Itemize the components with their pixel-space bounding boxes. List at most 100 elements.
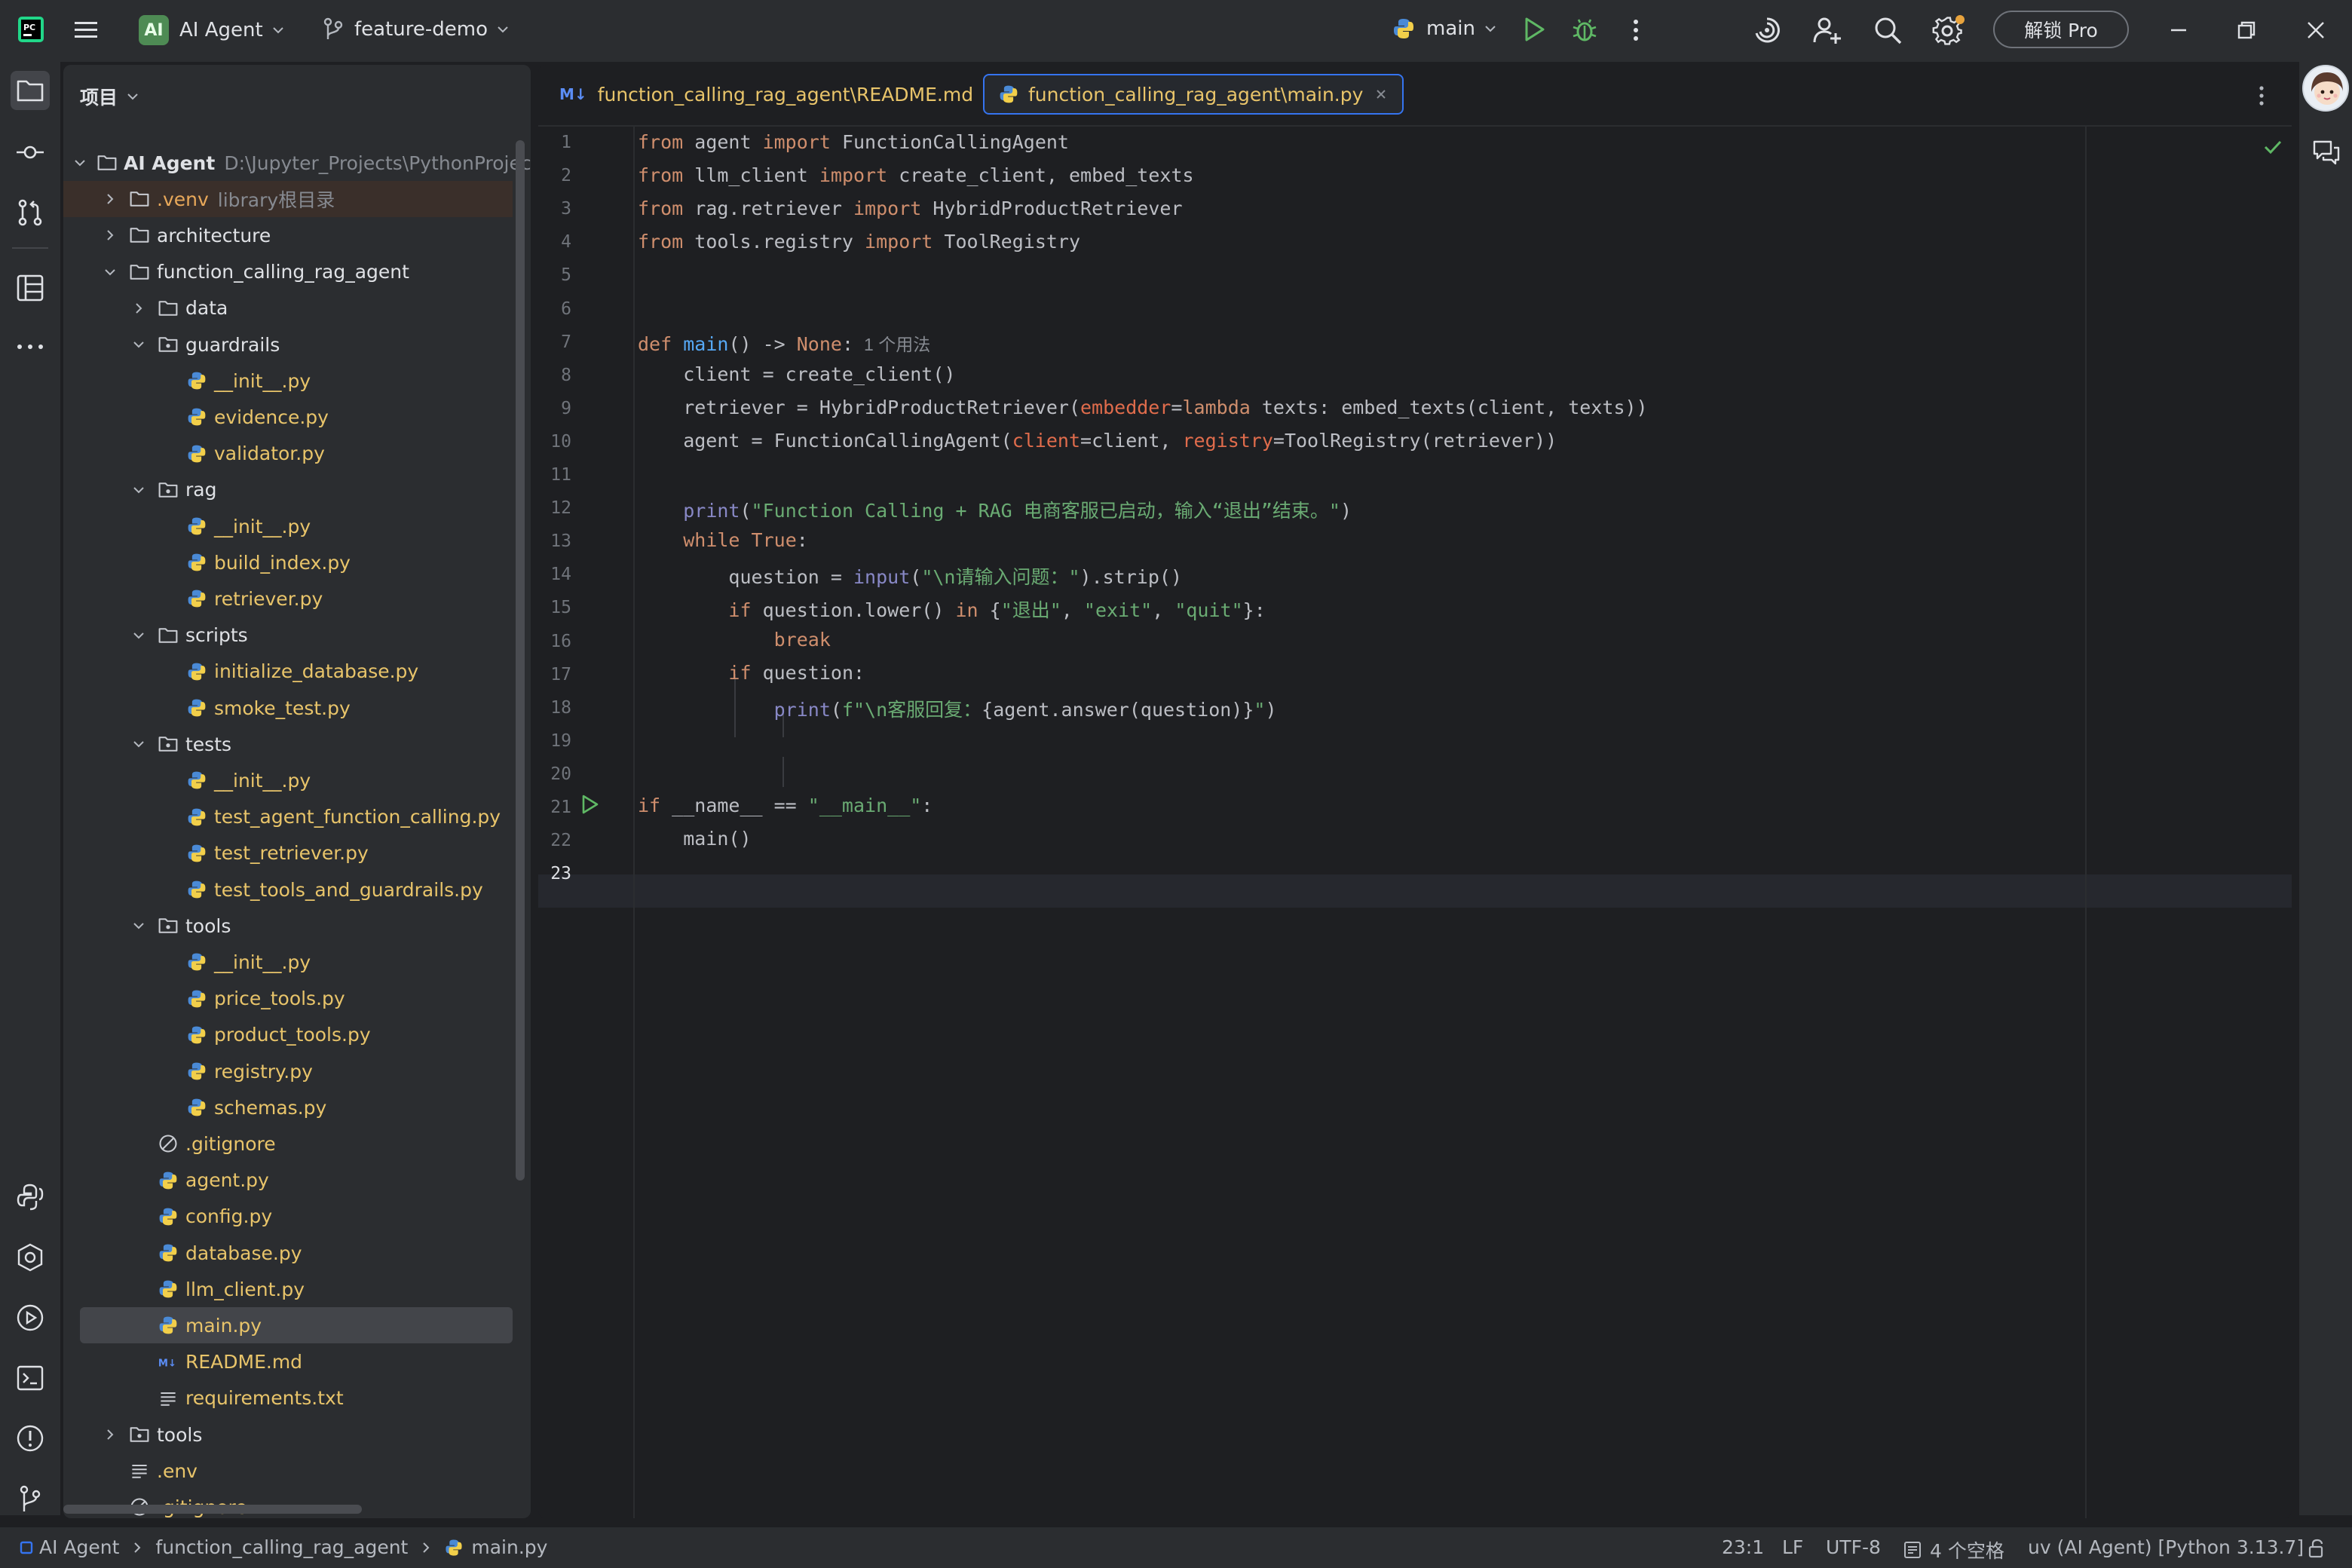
tree-file-item[interactable]: database.py bbox=[63, 1235, 513, 1271]
tree-folder-item[interactable]: guardrails bbox=[63, 326, 513, 363]
tree-file-item[interactable]: product_tools.py bbox=[63, 1017, 513, 1053]
code-line-18[interactable]: print(f"\n客服回复：{agent.answer(question)}"… bbox=[638, 695, 1277, 722]
chevron-down-icon[interactable] bbox=[130, 335, 148, 354]
code-line-22[interactable]: main() bbox=[638, 828, 751, 850]
tree-file-item[interactable]: __init__.py bbox=[63, 508, 513, 544]
code-line-17[interactable]: if question: bbox=[638, 662, 865, 684]
project-tool-button[interactable] bbox=[11, 71, 50, 110]
tree-file-item[interactable]: build_index.py bbox=[63, 544, 513, 580]
code-line-9[interactable]: retriever = HybridProductRetriever(embed… bbox=[638, 397, 1647, 418]
tree-file-item[interactable]: smoke_test.py bbox=[63, 690, 513, 726]
code-line-3[interactable]: from rag.retriever import HybridProductR… bbox=[638, 198, 1183, 219]
tree-folder-item[interactable]: tests bbox=[63, 726, 513, 762]
add-user-icon[interactable] bbox=[1812, 15, 1842, 45]
pull-requests-tool-button[interactable] bbox=[11, 193, 50, 232]
structure-tool-button[interactable] bbox=[11, 268, 50, 308]
more-tools-icon[interactable] bbox=[11, 327, 50, 366]
no-problems-check-icon[interactable] bbox=[2262, 136, 2284, 158]
tree-file-item[interactable]: .gitignore bbox=[63, 1489, 513, 1518]
usage-hint[interactable]: 1 个用法 bbox=[864, 335, 930, 354]
tree-file-item[interactable]: __init__.py bbox=[63, 944, 513, 980]
tree-file-item[interactable]: test_agent_function_calling.py bbox=[63, 799, 513, 835]
pycharm-logo-icon[interactable]: PC bbox=[17, 15, 45, 44]
user-avatar[interactable] bbox=[2302, 65, 2349, 112]
terminal-tool-button[interactable] bbox=[11, 1358, 50, 1398]
tree-file-item[interactable]: __init__.py bbox=[63, 762, 513, 798]
python-interpreter[interactable]: uv (AI Agent) [Python 3.13.7] bbox=[2028, 1536, 2304, 1558]
chevron-down-icon[interactable] bbox=[130, 735, 148, 753]
run-main-gutter-icon[interactable] bbox=[579, 793, 600, 816]
tree-file-item[interactable]: main.py bbox=[80, 1307, 513, 1344]
breadcrumb-item[interactable]: function_calling_rag_agent bbox=[155, 1536, 408, 1558]
horizontal-scrollbar[interactable] bbox=[63, 1505, 362, 1514]
tree-file-item[interactable]: test_retriever.py bbox=[63, 835, 513, 871]
code-line-8[interactable]: client = create_client() bbox=[638, 363, 955, 385]
indent-setting[interactable]: 4 个空格 bbox=[1903, 1536, 2004, 1563]
tree-file-item[interactable]: schemas.py bbox=[63, 1089, 513, 1125]
tree-file-item[interactable]: retriever.py bbox=[63, 580, 513, 617]
chevron-right-icon[interactable] bbox=[130, 299, 148, 317]
project-panel-header[interactable]: 项目 bbox=[80, 83, 140, 110]
code-line-21[interactable]: if __name__ == "__main__": bbox=[638, 795, 933, 816]
close-tab-icon[interactable] bbox=[1374, 87, 1389, 102]
code-line-1[interactable]: from agent import FunctionCallingAgent bbox=[638, 131, 1069, 153]
tree-file-item[interactable]: requirements.txt bbox=[63, 1380, 513, 1416]
chevron-down-icon[interactable] bbox=[130, 626, 148, 645]
unlock-pro-button[interactable]: 解锁 Pro bbox=[1993, 11, 2129, 48]
chevron-down-icon[interactable] bbox=[130, 481, 148, 499]
tree-file-item[interactable]: initialize_database.py bbox=[63, 654, 513, 690]
minimize-icon[interactable] bbox=[2165, 17, 2192, 44]
ai-assistant-icon[interactable] bbox=[1752, 15, 1782, 45]
tree-file-item[interactable]: evidence.py bbox=[63, 399, 513, 435]
breadcrumb-item[interactable]: main.py bbox=[471, 1536, 547, 1558]
file-encoding[interactable]: UTF-8 bbox=[1826, 1536, 1881, 1558]
tree-file-item[interactable]: .gitignore bbox=[63, 1125, 513, 1162]
tree-file-item[interactable]: test_tools_and_guardrails.py bbox=[63, 871, 513, 908]
tree-folder-item[interactable]: tools bbox=[63, 1416, 513, 1453]
code-line-12[interactable]: print("Function Calling + RAG 电商客服已启动，输入… bbox=[638, 496, 1352, 523]
code-line-15[interactable]: if question.lower() in {"退出", "exit", "q… bbox=[638, 596, 1265, 623]
code-line-10[interactable]: agent = FunctionCallingAgent(client=clie… bbox=[638, 430, 1557, 452]
services-tool-button[interactable] bbox=[11, 1238, 50, 1277]
tree-file-item[interactable]: .env bbox=[63, 1453, 513, 1489]
main-menu-icon[interactable] bbox=[72, 17, 100, 44]
settings-gear-icon[interactable] bbox=[1931, 14, 1965, 47]
tree-file-item[interactable]: agent.py bbox=[63, 1162, 513, 1199]
project-switcher[interactable]: AI AI Agent bbox=[139, 15, 286, 45]
code-line-13[interactable]: while True: bbox=[638, 529, 808, 551]
tree-folder-item[interactable]: scripts bbox=[63, 617, 513, 654]
line-separator[interactable]: LF bbox=[1782, 1536, 1803, 1558]
run-tool-button[interactable] bbox=[11, 1298, 50, 1337]
tree-file-item[interactable]: llm_client.py bbox=[63, 1271, 513, 1307]
tree-root-item[interactable]: AI Agent D:\Jupyter_Projects\PythonProjec… bbox=[63, 145, 531, 181]
tab-options-icon[interactable] bbox=[2256, 83, 2268, 109]
run-config-selector[interactable]: main bbox=[1392, 17, 1498, 41]
chevron-down-icon[interactable] bbox=[130, 917, 148, 935]
code-line-14[interactable]: question = input("\n请输入问题：").strip() bbox=[638, 562, 1182, 590]
lock-icon[interactable] bbox=[2307, 1538, 2328, 1559]
run-button[interactable] bbox=[1521, 15, 1547, 44]
search-icon[interactable] bbox=[1873, 15, 1903, 45]
caret-position[interactable]: 23:1 bbox=[1722, 1536, 1764, 1558]
tab-readme[interactable]: M↓ function_calling_rag_agent\README.md bbox=[546, 74, 987, 115]
branch-switcher[interactable]: feature-demo bbox=[323, 17, 510, 42]
tree-folder-item[interactable]: tools bbox=[63, 908, 513, 944]
chevron-down-icon[interactable] bbox=[101, 263, 119, 281]
tree-file-item[interactable]: validator.py bbox=[63, 436, 513, 472]
python-packages-tool-button[interactable] bbox=[11, 1178, 50, 1217]
tree-folder-item[interactable]: architecture bbox=[63, 217, 513, 253]
breadcrumb-item[interactable]: AI Agent bbox=[39, 1536, 119, 1558]
tree-file-item[interactable]: registry.py bbox=[63, 1053, 513, 1089]
more-actions-icon[interactable] bbox=[1628, 17, 1643, 44]
close-window-icon[interactable] bbox=[2302, 17, 2329, 44]
chevron-right-icon[interactable] bbox=[101, 226, 119, 244]
tree-file-item[interactable]: price_tools.py bbox=[63, 981, 513, 1017]
tree-folder-item[interactable]: function_calling_rag_agent bbox=[63, 254, 513, 290]
code-line-2[interactable]: from llm_client import create_client, em… bbox=[638, 164, 1194, 186]
tree-folder-item[interactable]: data bbox=[63, 290, 513, 326]
chevron-down-icon[interactable] bbox=[72, 154, 87, 172]
code-line-4[interactable]: from tools.registry import ToolRegistry bbox=[638, 231, 1080, 253]
git-tool-button[interactable] bbox=[11, 1479, 50, 1518]
code-line-7[interactable]: def main() -> None: 1 个用法 bbox=[638, 330, 930, 356]
code-line-16[interactable]: break bbox=[638, 629, 831, 651]
